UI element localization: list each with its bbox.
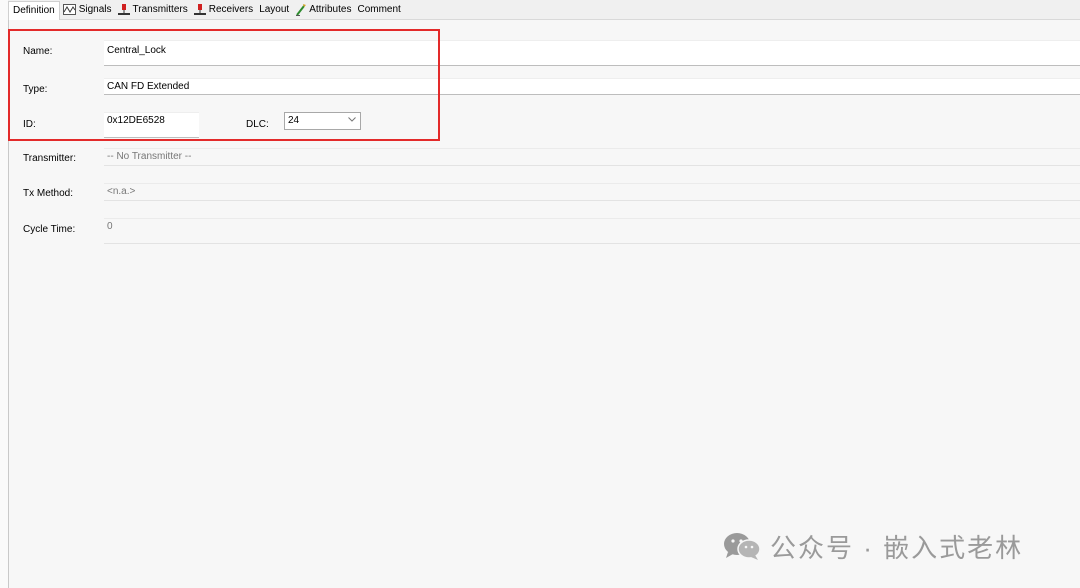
tab-label: Comment	[357, 4, 401, 15]
receiver-icon	[193, 4, 206, 15]
watermark: 公众号 · 嵌入式老林	[722, 530, 1024, 563]
tab-transmitters[interactable]: Transmitters	[115, 0, 191, 19]
watermark-text: 公众号 · 嵌入式老林	[770, 532, 1024, 563]
tab-receivers[interactable]: Receivers	[191, 0, 256, 19]
cycle-time-label: Cycle Time:	[23, 224, 76, 235]
tab-label: Transmitters	[132, 4, 188, 15]
tab-label: Signals	[78, 4, 112, 15]
tab-label: Attributes	[309, 4, 352, 15]
cycle-time-field[interactable]: 0	[104, 218, 1080, 244]
signals-icon	[62, 4, 76, 15]
highlight-box	[8, 29, 440, 141]
tx-method-field[interactable]: <n.a.>	[104, 183, 1080, 201]
tx-method-label: Tx Method:	[23, 188, 74, 199]
transmitter-icon	[117, 4, 130, 15]
attributes-icon	[295, 3, 307, 16]
tab-label: Layout	[259, 4, 290, 15]
tab-signals[interactable]: Signals	[60, 0, 115, 19]
tab-label: Definition	[13, 5, 55, 16]
tab-definition[interactable]: Definition	[8, 0, 60, 20]
transmitter-label: Transmitter:	[23, 153, 76, 164]
tab-comment[interactable]: Comment	[354, 0, 403, 19]
wechat-icon	[722, 531, 762, 561]
tab-bar: Definition Signals Transmitters Receiver…	[8, 0, 1080, 20]
transmitter-field[interactable]: -- No Transmitter --	[104, 148, 1080, 166]
tab-layout[interactable]: Layout	[256, 0, 292, 19]
tab-label: Receivers	[208, 4, 254, 15]
tab-attributes[interactable]: Attributes	[292, 0, 354, 19]
